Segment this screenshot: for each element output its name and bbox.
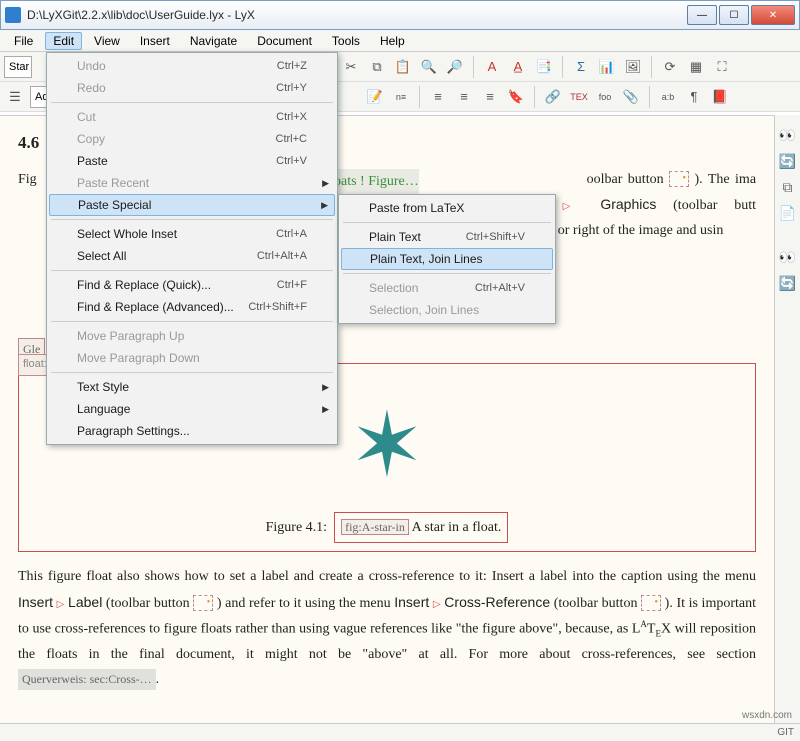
image-icon[interactable]: 🖼 bbox=[622, 56, 644, 78]
watermark: wsxdn.com bbox=[742, 710, 792, 721]
menu-language[interactable]: Language▶ bbox=[49, 398, 335, 420]
zoom-icon[interactable]: 🔎 bbox=[444, 56, 466, 78]
menu-document[interactable]: Document bbox=[249, 32, 320, 50]
menu-find-quick[interactable]: Find & Replace (Quick)...Ctrl+F bbox=[49, 274, 335, 296]
submenu-selection-join[interactable]: Selection, Join Lines bbox=[341, 299, 553, 321]
foo-icon[interactable]: foo bbox=[594, 86, 616, 108]
edit-menu: UndoCtrl+Z RedoCtrl+Y CutCtrl+X CopyCtrl… bbox=[46, 52, 338, 445]
menu-undo[interactable]: UndoCtrl+Z bbox=[49, 55, 335, 77]
combo-value: Star bbox=[9, 61, 29, 73]
view-icon[interactable]: 👀 bbox=[778, 125, 798, 145]
bold-icon[interactable]: 📑 bbox=[533, 56, 555, 78]
note2-icon[interactable]: n≡ bbox=[390, 86, 412, 108]
spellcheck-icon[interactable]: A bbox=[481, 56, 503, 78]
menu-tools[interactable]: Tools bbox=[324, 32, 368, 50]
maximize-button[interactable]: ☐ bbox=[719, 5, 749, 25]
figure-caption-box[interactable]: fig:A-star-in A star in a float. bbox=[334, 512, 508, 543]
list-icon[interactable]: ☰ bbox=[4, 86, 26, 108]
menubar: File Edit View Insert Navigate Document … bbox=[0, 30, 800, 52]
menu-paste[interactable]: PasteCtrl+V bbox=[49, 150, 335, 172]
menu-view[interactable]: View bbox=[86, 32, 128, 50]
submenu-selection[interactable]: SelectionCtrl+Alt+V bbox=[341, 277, 553, 299]
chart-icon[interactable]: 📊 bbox=[596, 56, 618, 78]
align-right-icon[interactable]: ≡ bbox=[479, 86, 501, 108]
doc-side-icon[interactable]: 📄 bbox=[778, 203, 798, 223]
refresh-icon[interactable]: ⟳ bbox=[659, 56, 681, 78]
window-buttons: — ☐ ✕ bbox=[687, 5, 795, 25]
menu-move-para-down[interactable]: Move Paragraph Down bbox=[49, 347, 335, 369]
figure-caption-number: Figure 4.1: bbox=[266, 520, 327, 535]
math-icon[interactable]: Σ bbox=[570, 56, 592, 78]
grid-icon[interactable]: ▦ bbox=[685, 56, 707, 78]
submenu-plain-text[interactable]: Plain TextCtrl+Shift+V bbox=[341, 226, 553, 248]
menu-redo[interactable]: RedoCtrl+Y bbox=[49, 77, 335, 99]
menu-text-style[interactable]: Text Style▶ bbox=[49, 376, 335, 398]
submenu-plain-text-join[interactable]: Plain Text, Join Lines bbox=[341, 248, 553, 270]
toolbar-float-icon bbox=[669, 171, 689, 187]
char-icon[interactable]: a:b bbox=[657, 86, 679, 108]
minimize-button[interactable]: — bbox=[687, 5, 717, 25]
status-bar: GIT bbox=[0, 723, 800, 741]
cross-reference-inset[interactable]: Querverweis: sec:Cross-… bbox=[18, 669, 156, 691]
menu-find-advanced[interactable]: Find & Replace (Advanced)...Ctrl+Shift+F bbox=[49, 296, 335, 318]
reload-icon[interactable]: 🔄 bbox=[778, 151, 798, 171]
paragraph-style-combo[interactable]: Star bbox=[4, 56, 32, 78]
toolbar-label-icon bbox=[193, 595, 213, 611]
menu-paste-recent[interactable]: Paste Recent▶ bbox=[49, 172, 335, 194]
menu-cut[interactable]: CutCtrl+X bbox=[49, 106, 335, 128]
right-sidebar: 👀 🔄 ⧉ 📄 👀 🔄 bbox=[774, 115, 800, 723]
note-icon[interactable]: 📝 bbox=[364, 86, 386, 108]
bookmark-icon[interactable]: 🔖 bbox=[505, 86, 527, 108]
menu-copy[interactable]: CopyCtrl+C bbox=[49, 128, 335, 150]
submenu-paste-latex[interactable]: Paste from LaTeX bbox=[341, 197, 553, 219]
pilcrow-icon[interactable]: ¶ bbox=[683, 86, 705, 108]
align-center-icon[interactable]: ≡ bbox=[453, 86, 475, 108]
menu-file[interactable]: File bbox=[6, 32, 41, 50]
link-icon[interactable]: 🔗 bbox=[542, 86, 564, 108]
window-title: D:\LyXGit\2.2.x\lib\doc\UserGuide.lyx - … bbox=[27, 8, 687, 22]
figure-caption-label: fig:A-star-in bbox=[341, 519, 409, 535]
menu-paragraph-settings[interactable]: Paragraph Settings... bbox=[49, 420, 335, 442]
figure-caption-text: A star in a float. bbox=[412, 520, 502, 535]
paste-special-submenu: Paste from LaTeX Plain TextCtrl+Shift+V … bbox=[338, 194, 556, 324]
align-left-icon[interactable]: ≡ bbox=[427, 86, 449, 108]
menu-select-whole-inset[interactable]: Select Whole InsetCtrl+A bbox=[49, 223, 335, 245]
attach-icon[interactable]: 📎 bbox=[620, 86, 642, 108]
close-button[interactable]: ✕ bbox=[751, 5, 795, 25]
tex-icon[interactable]: TEX bbox=[568, 86, 590, 108]
copy-icon[interactable]: ⧉ bbox=[366, 56, 388, 78]
body-para-2: This figure float also shows how to set … bbox=[18, 564, 756, 692]
menu-insert[interactable]: Insert bbox=[132, 32, 178, 50]
menu-navigate[interactable]: Navigate bbox=[182, 32, 245, 50]
menu-help[interactable]: Help bbox=[372, 32, 413, 50]
find-icon[interactable]: 🔍 bbox=[418, 56, 440, 78]
app-icon bbox=[5, 7, 21, 23]
cut-icon[interactable]: ✂ bbox=[340, 56, 362, 78]
titlebar: D:\LyXGit\2.2.x\lib\doc\UserGuide.lyx - … bbox=[0, 0, 800, 30]
view2-icon[interactable]: 👀 bbox=[778, 247, 798, 267]
toolbar-crossref-icon bbox=[641, 595, 661, 611]
paste-icon[interactable]: 📋 bbox=[392, 56, 414, 78]
reload2-icon[interactable]: 🔄 bbox=[778, 273, 798, 293]
fullscreen-icon[interactable]: ⛶ bbox=[711, 56, 733, 78]
spellcheck2-icon[interactable]: A̲ bbox=[507, 56, 529, 78]
star-graphic: ✶ bbox=[349, 402, 424, 492]
vcs-status: GIT bbox=[777, 727, 794, 738]
menu-edit[interactable]: Edit bbox=[45, 32, 82, 50]
menu-select-all[interactable]: Select AllCtrl+Alt+A bbox=[49, 245, 335, 267]
book-icon[interactable]: 📕 bbox=[709, 86, 731, 108]
copy-side-icon[interactable]: ⧉ bbox=[778, 177, 798, 197]
index-tag[interactable]: oats ! Figure… bbox=[334, 169, 419, 194]
menu-paste-special[interactable]: Paste Special▶ bbox=[49, 194, 335, 216]
menu-move-para-up[interactable]: Move Paragraph Up bbox=[49, 325, 335, 347]
